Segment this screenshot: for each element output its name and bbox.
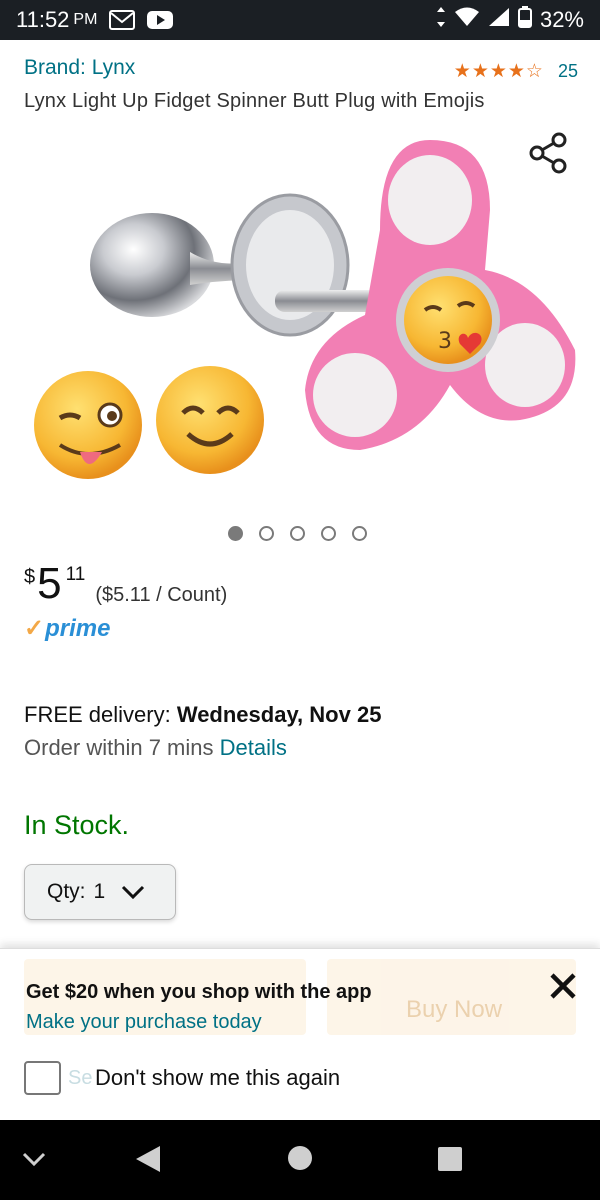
- price-per-unit: ($5.11 / Count): [95, 584, 228, 606]
- status-bar: 11:52 PM 32%: [0, 0, 600, 40]
- price-currency: $: [24, 566, 36, 588]
- promo-subline-link[interactable]: Make your purchase today: [26, 1011, 262, 1034]
- dont-show-checkbox[interactable]: [24, 1061, 61, 1095]
- rating[interactable]: ★★★★☆ 25: [454, 60, 578, 83]
- order-within-text: Order within 7 mins: [24, 735, 220, 760]
- prime-badge: ✓ prime: [24, 614, 110, 643]
- prime-label: prime: [45, 615, 111, 642]
- recents-icon[interactable]: [436, 1145, 464, 1173]
- dont-show-label: Don't show me this again: [95, 1065, 341, 1090]
- wifi-icon: [454, 7, 480, 33]
- quantity-value: 1: [93, 880, 106, 903]
- carousel-dot[interactable]: [290, 526, 305, 541]
- stock-status: In Stock.: [24, 810, 130, 840]
- buy-now-label-behind: Buy Now: [406, 996, 503, 1023]
- system-nav-bar: [0, 1120, 600, 1200]
- cell-signal-icon: [488, 7, 510, 33]
- delivery-prefix: FREE delivery:: [24, 702, 177, 727]
- price: $ 5 11 ($5.11 / Count): [24, 560, 227, 608]
- data-arrows-icon: [436, 6, 446, 34]
- details-link[interactable]: Details: [220, 735, 287, 760]
- prime-check-icon: ✓: [24, 615, 45, 642]
- status-ampm: PM: [73, 11, 98, 28]
- quantity-label: Qty:: [47, 880, 86, 903]
- carousel-dot[interactable]: [228, 526, 243, 541]
- rating-count[interactable]: 25: [558, 61, 578, 82]
- rating-stars: ★★★★☆: [453, 61, 544, 82]
- quantity-dropdown[interactable]: Qty: 1: [24, 864, 176, 920]
- delivery-date: Wednesday, Nov 25: [176, 702, 382, 727]
- price-whole: 5: [37, 559, 62, 608]
- image-carousel-dots[interactable]: [228, 526, 367, 541]
- product-image[interactable]: 3: [20, 120, 585, 510]
- delivery-info: FREE delivery: Wednesday, Nov 25: [24, 702, 381, 728]
- battery-percent: 32%: [539, 7, 584, 32]
- carousel-dot[interactable]: [259, 526, 274, 541]
- chevron-down-icon[interactable]: [20, 1148, 48, 1170]
- product-title: Lynx Light Up Fidget Spinner Butt Plug w…: [24, 90, 485, 112]
- share-icon[interactable]: [528, 132, 568, 174]
- order-within: Order within 7 mins Details: [24, 735, 287, 761]
- chevron-down-icon: [121, 884, 145, 900]
- status-time: 11:52: [16, 7, 70, 32]
- battery-icon: [517, 6, 532, 34]
- carousel-dot[interactable]: [321, 526, 336, 541]
- home-icon[interactable]: [286, 1144, 314, 1172]
- close-icon[interactable]: [548, 971, 578, 1001]
- app-promo-sheet: Buy Now Get $20 when you shop with the a…: [0, 948, 600, 1120]
- back-icon[interactable]: [134, 1144, 162, 1174]
- svg-text:3: 3: [438, 329, 452, 354]
- gmail-icon: [109, 10, 136, 30]
- brand-link[interactable]: Brand: Lynx: [24, 56, 135, 80]
- carousel-dot[interactable]: [352, 526, 367, 541]
- promo-headline: Get $20 when you shop with the app: [26, 981, 372, 1003]
- price-fraction: 11: [65, 564, 86, 585]
- youtube-icon: [147, 10, 174, 30]
- behind-text-partial: Se: [68, 1067, 93, 1089]
